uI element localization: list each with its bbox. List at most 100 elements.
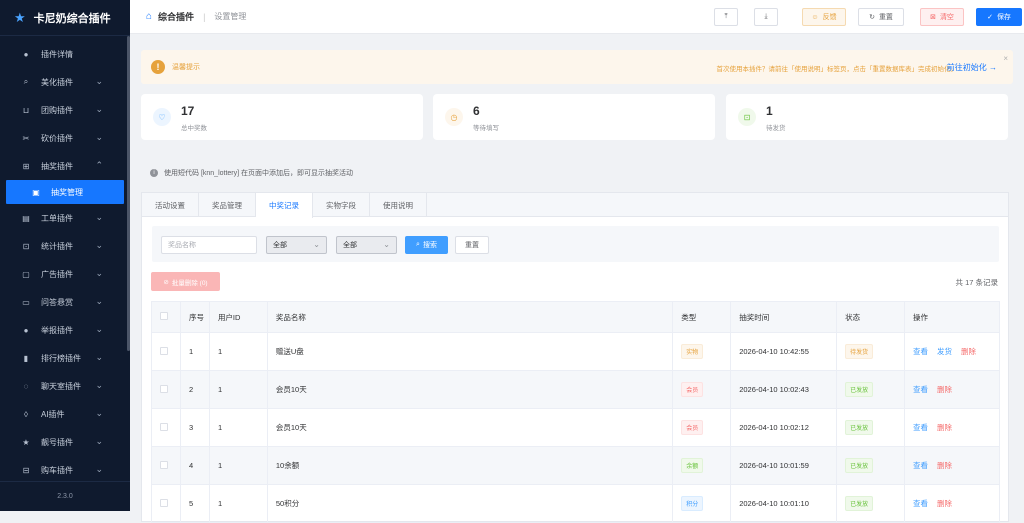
hint-text: 使用短代码 [knn_lottery] 在页面中添加后，即可显示抽奖活动 (164, 170, 354, 177)
sidebar-item[interactable]: ▮ 排行榜插件 ⌄ (0, 344, 130, 372)
sidebar-item[interactable]: ⊡ 统计插件 ⌄ (0, 232, 130, 260)
report-icon: ● (23, 325, 29, 335)
sidebar-item[interactable]: ⌕ 美化插件 ⌄ (0, 68, 130, 96)
notice-message: 首次使用本插件？请前往「使用说明」标签页，点击「重置数据库表」完成初始化。 (716, 66, 958, 73)
sidebar-item[interactable]: ◊ AI插件 ⌄ (0, 400, 130, 428)
save-button[interactable]: ✓ 保存 (976, 8, 1022, 26)
type-tag: 实物 (681, 344, 704, 359)
delete-link[interactable]: 删除 (937, 499, 952, 508)
status-select[interactable]: 全部 ⌄ (336, 236, 397, 254)
breadcrumb-main[interactable]: 综合插件 (158, 10, 194, 23)
sidebar-item[interactable]: ⊞ 抽奖插件 ⌃ (0, 152, 130, 180)
type-cell: 实物 (672, 332, 732, 371)
delete-link[interactable]: 删除 (937, 423, 952, 432)
type-select[interactable]: 全部 ⌄ (266, 236, 327, 254)
sidebar-item[interactable]: ● 举报插件 ⌄ (0, 316, 130, 344)
chat-icon: ◌ (23, 381, 29, 391)
tab[interactable]: 活动设置 (142, 193, 199, 217)
actions-cell: 查看 发货 删除 (904, 332, 1000, 371)
draw-time: 2026-04-10 10:02:43 (730, 370, 838, 409)
delete-link[interactable]: 删除 (937, 461, 952, 470)
table-row: 2 1 会员10天 会员 2026-04-10 10:02:43 已发放 查看删… (151, 370, 1000, 409)
sidebar-item[interactable]: ★ 靓号插件 ⌄ (0, 428, 130, 456)
row-checkbox[interactable] (160, 460, 168, 469)
row-checkbox[interactable] (160, 384, 168, 393)
column-header: 抽奖时间 (730, 301, 838, 333)
stat-value: 17 (181, 104, 195, 118)
view-link[interactable]: 查看 (913, 347, 928, 356)
ticket-icon: ▤ (22, 213, 30, 223)
sidebar-item[interactable]: ● 插件详情 (0, 40, 130, 68)
view-link[interactable]: 查看 (913, 499, 928, 508)
chevron-down-icon: ⌄ (95, 408, 103, 418)
sidebar-item[interactable]: ⊟ 购车插件 ⌄ (0, 456, 130, 484)
view-link[interactable]: 查看 (913, 385, 928, 394)
sidebar-item[interactable]: ◌ 聊天室插件 ⌄ (0, 372, 130, 400)
row-number: 1 (179, 332, 210, 371)
sidebar-item[interactable]: ▭ 问答悬赏 ⌄ (0, 288, 130, 316)
ad-icon: ▢ (22, 269, 30, 279)
delete-link[interactable]: 删除 (961, 347, 976, 356)
feedback-button[interactable]: ☺ 反馈 (802, 8, 846, 26)
sidebar-item-label: 广告插件 (41, 269, 73, 279)
stat-card: ♡ 17 总中奖数 (141, 94, 423, 140)
prize-name: 会员10天 (266, 408, 674, 447)
row-select-cell (151, 332, 181, 371)
sidebar-item-label: 排行榜插件 (41, 353, 81, 363)
sidebar-item[interactable]: ▤ 工单插件 ⌄ (0, 204, 130, 232)
sidebar-item[interactable]: ✂ 砍价插件 ⌄ (0, 124, 130, 152)
version-label: 2.3.0 (0, 481, 130, 511)
tab[interactable]: 实物字段 (313, 193, 370, 217)
close-icon[interactable]: × (1003, 54, 1008, 63)
row-select-cell (151, 408, 181, 447)
sidebar-item[interactable]: ▢ 广告插件 ⌄ (0, 260, 130, 288)
breadcrumb: ⌂ 综合插件 | 设置管理 (130, 10, 246, 23)
breadcrumb-separator: | (203, 11, 206, 22)
row-select-cell (151, 446, 181, 485)
star-icon: ★ (22, 437, 30, 447)
tab-bar: 活动设置 奖品管理 中奖记录 实物字段 使用说明 (142, 193, 1008, 218)
tab[interactable]: 中奖记录 (256, 193, 313, 218)
prize-name: 赠送U盘 (266, 332, 674, 371)
chevron-down-icon: ⌄ (95, 352, 103, 362)
type-cell: 会员 (672, 370, 732, 409)
view-link[interactable]: 查看 (913, 423, 928, 432)
delete-link[interactable]: 删除 (937, 385, 952, 394)
home-icon[interactable]: ⌂ (146, 11, 152, 22)
filter-reset-button[interactable]: 重置 (455, 236, 489, 254)
view-link[interactable]: 查看 (913, 461, 928, 470)
select-all-checkbox[interactable] (160, 312, 168, 320)
row-checkbox[interactable] (160, 346, 168, 355)
feedback-label: 反馈 (822, 14, 837, 21)
clear-button[interactable]: ⊠ 清空 (920, 8, 964, 26)
status-cell: 待发货 (836, 332, 906, 371)
sidebar-item[interactable]: ⊔ 团购插件 ⌄ (0, 96, 130, 124)
sidebar-item-label: 统计插件 (41, 241, 73, 251)
refresh-icon: ↻ (869, 14, 875, 21)
chevron-down-icon: ⌄ (383, 240, 390, 249)
trophy-icon: ♡ (153, 108, 171, 126)
draw-time: 2026-04-10 10:01:10 (730, 484, 838, 523)
export-button[interactable]: ⤒ (714, 8, 738, 26)
init-link[interactable]: 前往初始化 → (947, 62, 997, 73)
search-button[interactable]: ⌕ 搜索 (405, 236, 448, 254)
bulk-delete-button[interactable]: ⊘ 批量删除 (0) (151, 272, 220, 291)
tab[interactable]: 使用说明 (370, 193, 427, 217)
sidebar-item[interactable]: ▣ 抽奖管理 (6, 180, 124, 204)
prize-name-input[interactable]: 奖品名称 (161, 236, 257, 254)
row-checkbox[interactable] (160, 422, 168, 431)
status-badge: 待发货 (845, 344, 874, 359)
type-tag: 积分 (681, 496, 704, 511)
import-button[interactable]: ⤓ (754, 8, 778, 26)
sidebar-item-label: 抽奖管理 (51, 187, 83, 197)
trash-icon: ⊠ (930, 14, 936, 21)
ship-link[interactable]: 发货 (937, 347, 952, 356)
row-checkbox[interactable] (160, 498, 168, 507)
stat-label: 待发货 (766, 125, 786, 132)
chevron-down-icon: ⌄ (95, 104, 103, 114)
stat-card: ◷ 6 等待填写 (433, 94, 715, 140)
tab[interactable]: 奖品管理 (199, 193, 256, 217)
reset-button[interactable]: ↻ 重置 (858, 8, 904, 26)
column-header: 类型 (672, 301, 732, 333)
sidebar-item-label: 砍价插件 (41, 133, 73, 143)
